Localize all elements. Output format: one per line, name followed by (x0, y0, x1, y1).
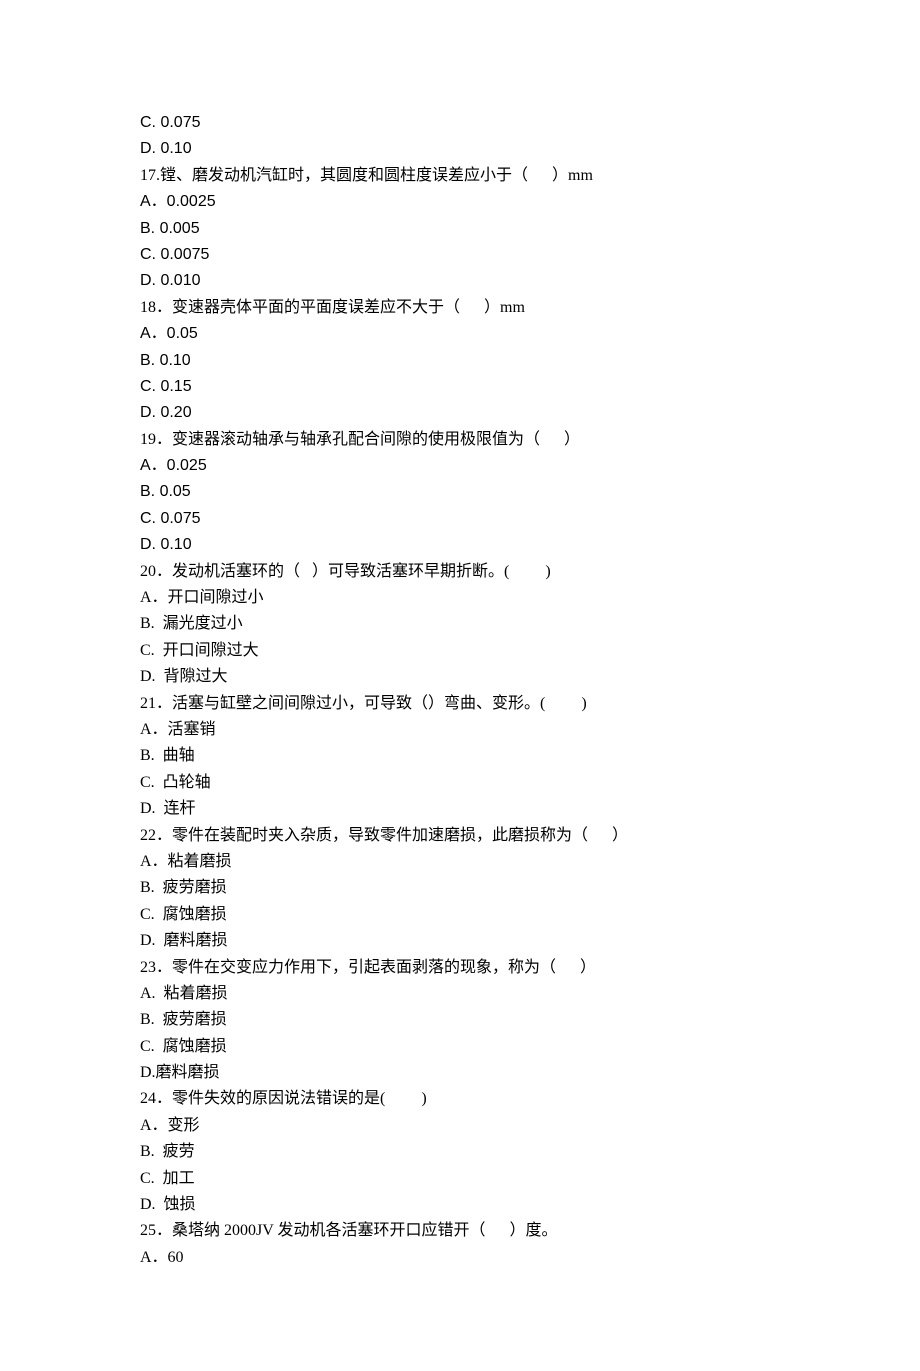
text-line: B. 0.10 (140, 348, 780, 374)
text-line: A．0.0025 (140, 189, 780, 215)
text-line: C. 凸轮轴 (140, 770, 780, 796)
text-line: B. 0.05 (140, 479, 780, 505)
text-line: 20．发动机活塞环的（ ）可导致活塞环早期折断。( ) (140, 559, 780, 585)
text-line: B. 0.005 (140, 216, 780, 242)
text-line: 18．变速器壳体平面的平面度误差应不大于（ ）mm (140, 295, 780, 321)
text-line: D. 0.20 (140, 400, 780, 426)
text-line: D. 连杆 (140, 796, 780, 822)
text-line: A．0.025 (140, 453, 780, 479)
text-line: 23．零件在交变应力作用下，引起表面剥落的现象，称为（ ） (140, 955, 780, 981)
text-line: D.磨料磨损 (140, 1060, 780, 1086)
text-line: C. 0.15 (140, 374, 780, 400)
text-line: D. 0.010 (140, 268, 780, 294)
text-line: B. 漏光度过小 (140, 611, 780, 637)
text-line: 17.镗、磨发动机汽缸时，其圆度和圆柱度误差应小于（ ）mm (140, 163, 780, 189)
text-line: A．0.05 (140, 321, 780, 347)
text-line: 24．零件失效的原因说法错误的是( ) (140, 1086, 780, 1112)
text-line: C. 腐蚀磨损 (140, 1034, 780, 1060)
text-line: A. 粘着磨损 (140, 981, 780, 1007)
text-line: C. 腐蚀磨损 (140, 902, 780, 928)
text-line: D. 磨料磨损 (140, 928, 780, 954)
text-line: C. 0.075 (140, 110, 780, 136)
text-line: D. 0.10 (140, 136, 780, 162)
text-line: A．粘着磨损 (140, 849, 780, 875)
text-line: B. 疲劳 (140, 1139, 780, 1165)
text-line: C. 开口间隙过大 (140, 638, 780, 664)
document-content: C. 0.075D. 0.1017.镗、磨发动机汽缸时，其圆度和圆柱度误差应小于… (140, 110, 780, 1271)
text-line: B. 疲劳磨损 (140, 875, 780, 901)
text-line: D. 蚀损 (140, 1192, 780, 1218)
text-line: 25．桑塔纳 2000JV 发动机各活塞环开口应错开（ ）度。 (140, 1218, 780, 1244)
document-page: C. 0.075D. 0.1017.镗、磨发动机汽缸时，其圆度和圆柱度误差应小于… (0, 0, 920, 1371)
text-line: C. 0.0075 (140, 242, 780, 268)
text-line: 21．活塞与缸壁之间间隙过小，可导致（）弯曲、变形。( ) (140, 691, 780, 717)
text-line: A．活塞销 (140, 717, 780, 743)
text-line: B. 曲轴 (140, 743, 780, 769)
text-line: A．60 (140, 1245, 780, 1271)
text-line: D. 背隙过大 (140, 664, 780, 690)
text-line: A．变形 (140, 1113, 780, 1139)
text-line: B. 疲劳磨损 (140, 1007, 780, 1033)
text-line: C. 0.075 (140, 506, 780, 532)
text-line: C. 加工 (140, 1166, 780, 1192)
text-line: A．开口间隙过小 (140, 585, 780, 611)
text-line: D. 0.10 (140, 532, 780, 558)
text-line: 19．变速器滚动轴承与轴承孔配合间隙的使用极限值为（ ） (140, 427, 780, 453)
text-line: 22．零件在装配时夹入杂质，导致零件加速磨损，此磨损称为（ ） (140, 823, 780, 849)
